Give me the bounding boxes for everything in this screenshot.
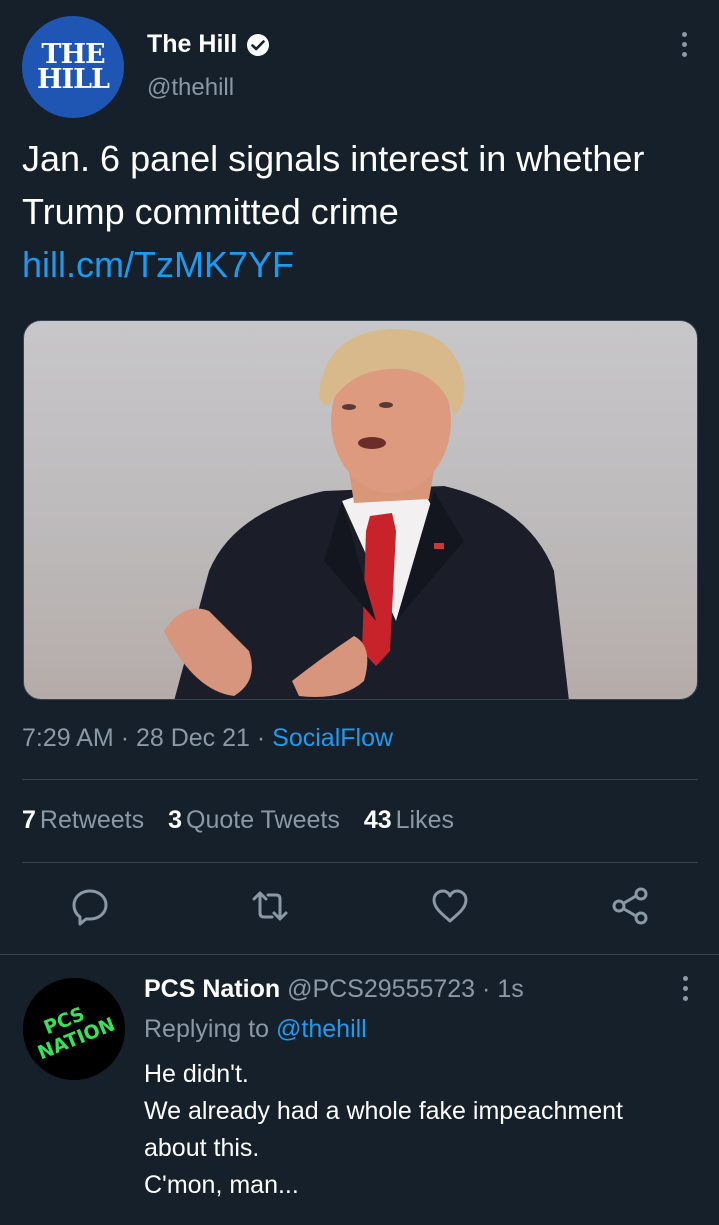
retweets-label: Retweets — [39, 806, 145, 834]
tweet-stats: 7 Retweets 3 Quote Tweets 43 Likes — [22, 806, 478, 835]
reply-icon[interactable] — [70, 886, 110, 926]
quotes-label: Quote Tweets — [186, 806, 340, 834]
reply-time[interactable]: 1s — [497, 975, 523, 1003]
pcs-nation-logo: PCS NATION — [23, 978, 125, 1080]
quote-tweets-stat[interactable]: 3 Quote Tweets — [168, 806, 340, 835]
retweets-count: 7 — [22, 806, 36, 834]
share-icon[interactable] — [610, 886, 650, 926]
meta-separator: · — [256, 724, 273, 752]
reply-line: We already had a whole fake impeachment — [144, 1097, 623, 1125]
tweet-header: THE HILL The Hill @thehill — [22, 16, 698, 118]
tweet-source[interactable]: SocialFlow — [272, 724, 393, 752]
likes-label: Likes — [395, 806, 455, 834]
author-handle[interactable]: @thehill — [147, 74, 234, 102]
reply-more-options-icon[interactable] — [681, 976, 689, 1004]
tweet-time[interactable]: 7:29 AM — [22, 724, 114, 752]
author-name-row[interactable]: The Hill — [147, 30, 270, 59]
replying-to-label: Replying to — [144, 1015, 270, 1043]
reply-author-handle[interactable]: @PCS29555723 — [287, 975, 475, 1003]
retweets-stat[interactable]: 7 Retweets — [22, 806, 144, 835]
tweet-action-bar — [0, 886, 719, 934]
tweet-date[interactable]: 28 Dec 21 — [136, 724, 250, 752]
author-avatar[interactable]: THE HILL — [22, 16, 124, 118]
avatar-text-line2: HILL — [36, 64, 110, 95]
reply-header: PCS Nation @PCS29555723 · 1s — [144, 975, 524, 1004]
likes-stat[interactable]: 43 Likes — [364, 806, 454, 835]
photo-illustration — [164, 329, 569, 699]
tweet-meta: 7:29 AM · 28 Dec 21 · SocialFlow — [22, 724, 393, 753]
verified-badge-icon — [247, 33, 270, 56]
divider — [22, 862, 698, 863]
tweet-photo[interactable] — [23, 320, 698, 700]
tweet-detail-page: THE HILL The Hill @thehill Jan. 6 panel … — [0, 0, 719, 1225]
reply-line: about this. — [144, 1134, 260, 1162]
reply-line: He didn't. — [144, 1060, 249, 1088]
divider — [0, 954, 719, 955]
retweet-icon[interactable] — [250, 886, 290, 926]
meta-separator: · — [120, 724, 136, 752]
reply-author-name[interactable]: PCS Nation — [144, 975, 280, 1003]
reply-separator: · — [482, 975, 491, 1003]
likes-count: 43 — [363, 806, 392, 834]
reply-line: C'mon, man... — [144, 1171, 299, 1199]
replying-to: Replying to @thehill — [144, 1015, 367, 1044]
tweet-link[interactable]: hill.cm/TzMK7YF — [22, 238, 698, 291]
like-icon[interactable] — [430, 886, 470, 926]
quotes-count: 3 — [168, 806, 183, 834]
reply-text: He didn't. We already had a whole fake i… — [144, 1056, 704, 1204]
author-name[interactable]: The Hill — [147, 30, 237, 59]
replying-to-mention[interactable]: @thehill — [276, 1015, 367, 1043]
tweet-text: Jan. 6 panel signals interest in whether… — [22, 132, 698, 291]
more-options-icon[interactable] — [680, 32, 688, 60]
tweet-body: Jan. 6 panel signals interest in whether… — [22, 138, 645, 232]
divider — [22, 779, 698, 780]
reply-avatar[interactable]: PCS NATION — [23, 978, 125, 1080]
